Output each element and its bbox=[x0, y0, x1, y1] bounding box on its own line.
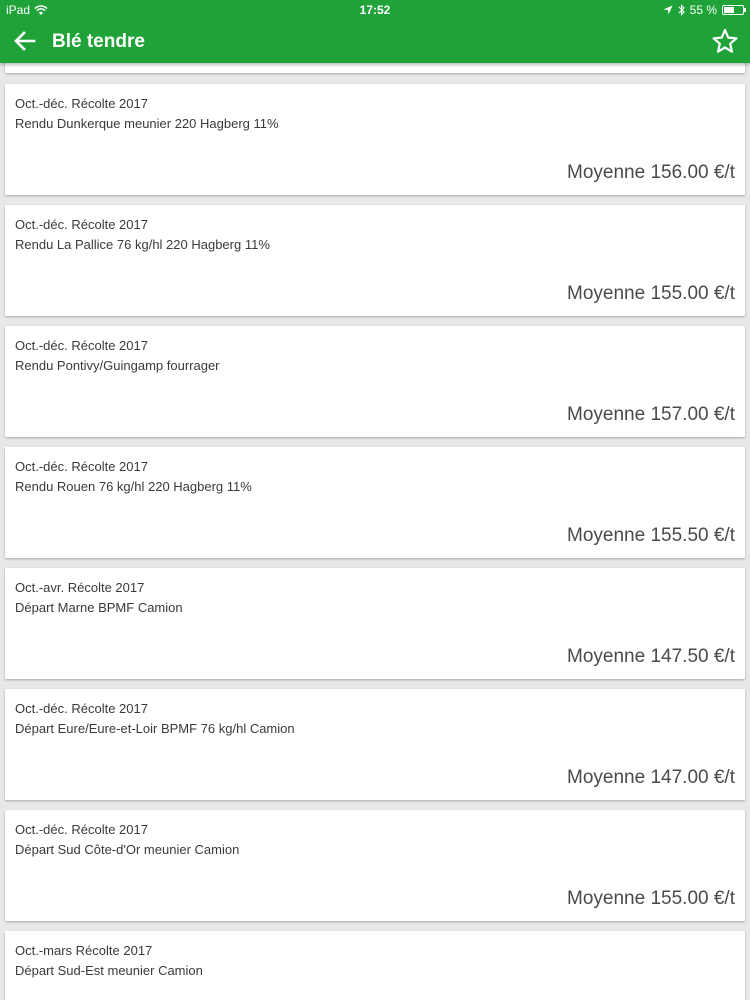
list-item[interactable]: Oct.-avr. Récolte 2017 Départ Marne BPMF… bbox=[5, 568, 745, 679]
item-average-price: Moyenne 155.00 €/t bbox=[567, 888, 735, 909]
list-item[interactable]: Oct.-déc. Récolte 2017 Rendu La Pallice … bbox=[5, 205, 745, 316]
item-period: Oct.-déc. Récolte 2017 bbox=[15, 822, 148, 837]
item-average-price: Moyenne 147.00 €/t bbox=[567, 767, 735, 788]
page-title: Blé tendre bbox=[52, 31, 145, 52]
item-average-price: Moyenne 155.00 €/t bbox=[567, 283, 735, 304]
back-button[interactable] bbox=[10, 26, 40, 56]
item-period: Oct.-déc. Récolte 2017 bbox=[15, 459, 148, 474]
item-description: Rendu Dunkerque meunier 220 Hagberg 11% bbox=[15, 116, 279, 131]
star-outline-icon bbox=[712, 28, 738, 53]
status-time: 17:52 bbox=[359, 3, 391, 17]
app-bar: Blé tendre bbox=[0, 20, 750, 63]
item-average-price: Moyenne 155.50 €/t bbox=[567, 525, 735, 546]
list-item[interactable]: Oct.-déc. Récolte 2017 Rendu Rouen 76 kg… bbox=[5, 447, 745, 558]
list-item[interactable]: Oct.-déc. Récolte 2017 Départ Sud Côte-d… bbox=[5, 810, 745, 921]
arrow-left-icon bbox=[14, 31, 36, 51]
favorite-button[interactable] bbox=[710, 26, 740, 56]
price-list[interactable]: Oct.-déc. Récolte 2017 Rendu Dunkerque m… bbox=[0, 63, 750, 1000]
item-description: Départ Marne BPMF Camion bbox=[15, 600, 183, 615]
item-average-price: Moyenne 147.50 €/t bbox=[567, 646, 735, 667]
item-description: Départ Sud-Est meunier Camion bbox=[15, 963, 203, 978]
item-period: Oct.-déc. Récolte 2017 bbox=[15, 217, 148, 232]
item-average-price: Moyenne 156.00 €/t bbox=[567, 162, 735, 183]
battery-icon bbox=[722, 5, 746, 15]
item-description: Rendu Pontivy/Guingamp fourrager bbox=[15, 358, 220, 373]
list-item[interactable]: Oct.-déc. Récolte 2017 Rendu Dunkerque m… bbox=[5, 84, 745, 195]
item-description: Rendu Rouen 76 kg/hl 220 Hagberg 11% bbox=[15, 479, 252, 494]
item-period: Oct.-mars Récolte 2017 bbox=[15, 943, 153, 958]
item-period: Oct.-déc. Récolte 2017 bbox=[15, 701, 148, 716]
item-description: Départ Eure/Eure-et-Loir BPMF 76 kg/hl C… bbox=[15, 721, 295, 736]
list-item[interactable]: Oct.-déc. Récolte 2017 Rendu Pontivy/Gui… bbox=[5, 326, 745, 437]
list-item[interactable]: Oct.-mars Récolte 2017 Départ Sud-Est me… bbox=[5, 931, 745, 1000]
battery-percent: 55 % bbox=[689, 3, 717, 17]
battery-level-fill bbox=[724, 7, 734, 13]
status-bar: iPad 17:52 55 % bbox=[0, 0, 750, 20]
item-description: Départ Sud Côte-d'Or meunier Camion bbox=[15, 842, 240, 857]
status-bar-right: 55 % bbox=[663, 3, 746, 17]
bluetooth-icon bbox=[678, 4, 685, 16]
list-item[interactable] bbox=[5, 63, 745, 73]
item-period: Oct.-avr. Récolte 2017 bbox=[15, 580, 145, 595]
item-period: Oct.-déc. Récolte 2017 bbox=[15, 96, 148, 111]
list-item[interactable]: Oct.-déc. Récolte 2017 Départ Eure/Eure-… bbox=[5, 689, 745, 800]
location-arrow-icon bbox=[663, 5, 673, 15]
item-average-price: Moyenne 157.00 €/t bbox=[567, 404, 735, 425]
item-description: Rendu La Pallice 76 kg/hl 220 Hagberg 11… bbox=[15, 237, 270, 252]
item-period: Oct.-déc. Récolte 2017 bbox=[15, 338, 148, 353]
